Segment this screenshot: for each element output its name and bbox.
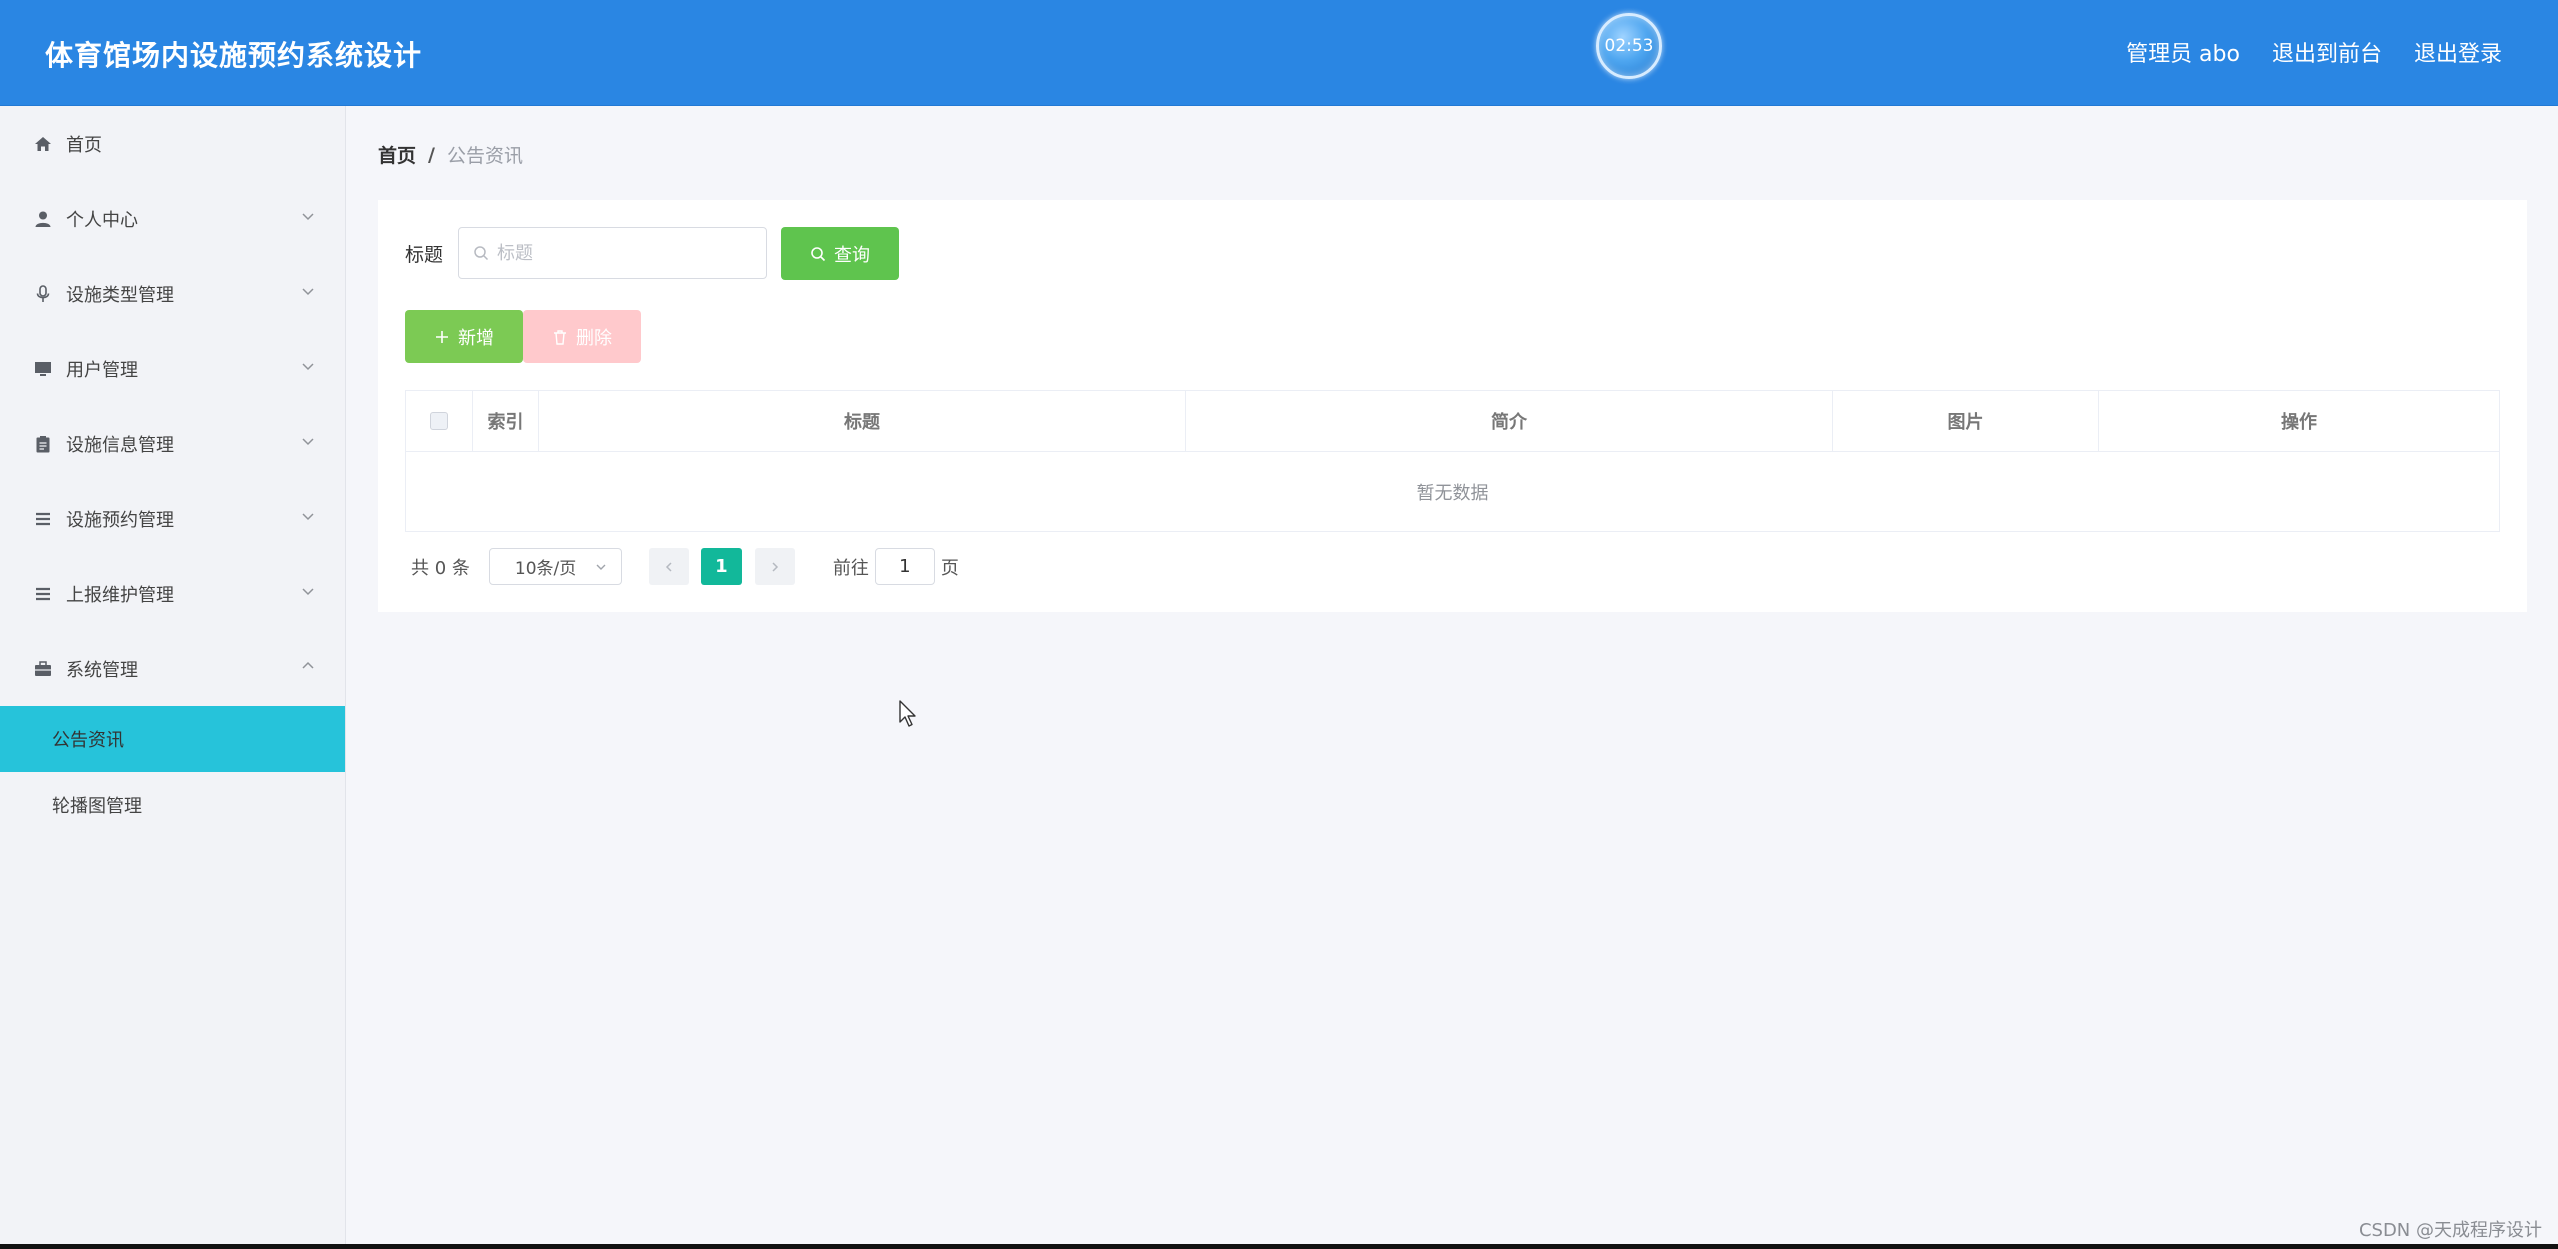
page-size-value: 10条/页: [514, 559, 577, 579]
search-input-wrapper[interactable]: [458, 227, 767, 279]
content-panel: 标题 查询 新增 删除 索引 标题 简介 图片 操作 暂无数据 共 0 条: [378, 200, 2527, 612]
clipboard-icon: [32, 433, 54, 455]
search-label: 标题: [405, 244, 444, 266]
sidebar-item-user-management[interactable]: 用户管理: [0, 331, 345, 406]
add-button-label: 新增: [458, 327, 494, 349]
sidebar-subitem-label: 公告资讯: [52, 730, 124, 751]
sidebar-item-maintenance-report[interactable]: 上报维护管理: [0, 556, 345, 631]
data-table: 索引 标题 简介 图片 操作 暂无数据: [405, 390, 2500, 532]
sidebar-item-label: 首页: [66, 134, 102, 156]
empty-text: 暂无数据: [1416, 482, 1489, 504]
chevron-down-icon: [302, 588, 314, 596]
table-empty-row: 暂无数据: [406, 452, 2499, 531]
next-page-button[interactable]: [754, 548, 795, 585]
sidebar-subitem-carousel[interactable]: 轮播图管理: [0, 772, 345, 838]
prev-page-button[interactable]: [648, 548, 689, 585]
column-header-summary: 简介: [1186, 391, 1833, 451]
search-input[interactable]: [497, 242, 747, 264]
clock-widget: 02:53: [1596, 13, 1662, 79]
select-all-cell: [406, 391, 473, 451]
bottom-bar: [0, 1244, 2558, 1249]
query-button-label: 查询: [834, 244, 870, 266]
user-icon: [32, 208, 54, 230]
monitor-icon: [32, 358, 54, 380]
app-title: 体育馆场内设施预约系统设计: [45, 39, 423, 72]
add-button[interactable]: 新增: [405, 310, 523, 363]
column-header-image: 图片: [1833, 391, 2099, 451]
header-actions: 管理员 abo 退出到前台 退出登录: [2126, 36, 2502, 68]
chevron-down-icon: [302, 363, 314, 371]
list-icon: [32, 583, 54, 605]
list-icon: [32, 508, 54, 530]
sidebar-item-facility-info[interactable]: 设施信息管理: [0, 406, 345, 481]
chevron-down-icon: [596, 564, 606, 570]
sidebar-subitem-label: 轮播图管理: [52, 796, 142, 817]
column-header-index: 索引: [473, 391, 539, 451]
chevron-left-icon: [665, 561, 672, 572]
table-header: 索引 标题 简介 图片 操作: [406, 391, 2499, 452]
microphone-icon: [32, 283, 54, 305]
exit-to-frontend-link[interactable]: 退出到前台: [2272, 36, 2382, 68]
chevron-down-icon: [302, 288, 314, 296]
page-size-select[interactable]: 10条/页: [488, 548, 622, 585]
sidebar-item-label: 设施预约管理: [66, 509, 174, 531]
current-user: 管理员 abo: [2126, 42, 2240, 67]
delete-button-label: 删除: [576, 327, 612, 349]
mouse-cursor-icon: [899, 700, 916, 727]
sidebar-item-facility-reservation[interactable]: 设施预约管理: [0, 481, 345, 556]
top-header: 体育馆场内设施预约系统设计 02:53 管理员 abo 退出到前台 退出登录: [0, 0, 2558, 106]
query-button[interactable]: 查询: [781, 227, 899, 280]
search-icon: [811, 246, 826, 261]
sidebar-subitem-announcements[interactable]: 公告资讯: [0, 706, 345, 772]
breadcrumb-separator: /: [428, 143, 435, 166]
sidebar-item-label: 设施类型管理: [66, 284, 174, 306]
goto-label: 前往: [832, 557, 869, 579]
breadcrumb-home[interactable]: 首页: [378, 141, 416, 168]
pagination-total: 共 0 条: [411, 557, 470, 579]
column-header-title: 标题: [539, 391, 1186, 451]
watermark: CSDN @天成程序设计: [2358, 1220, 2542, 1241]
page-suffix: 页: [940, 557, 959, 579]
chevron-right-icon: [772, 561, 778, 572]
chevron-down-icon: [302, 513, 314, 521]
sidebar-item-personal-center[interactable]: 个人中心: [0, 181, 345, 256]
briefcase-icon: [32, 658, 54, 680]
chevron-up-icon: [302, 661, 314, 669]
select-all-checkbox[interactable]: [430, 412, 448, 430]
sidebar-item-label: 系统管理: [66, 659, 138, 681]
breadcrumb: 首页 / 公告资讯: [378, 141, 523, 168]
trash-icon: [554, 329, 566, 345]
clock-time: 02:53: [1604, 36, 1654, 56]
delete-button[interactable]: 删除: [523, 310, 641, 363]
chevron-down-icon: [302, 438, 314, 446]
chevron-down-icon: [302, 213, 314, 221]
sidebar-item-label: 设施信息管理: [66, 434, 174, 456]
sidebar-item-label: 上报维护管理: [66, 584, 174, 606]
sidebar: 首页 个人中心 设施类型管理 用户管理 设施信息管理 设施预约管理 上报维护管理…: [0, 106, 346, 1249]
sidebar-item-label: 个人中心: [66, 209, 138, 231]
sidebar-item-label: 用户管理: [66, 359, 138, 381]
home-icon: [32, 133, 54, 155]
sidebar-item-system-management[interactable]: 系统管理: [0, 631, 345, 706]
logout-link[interactable]: 退出登录: [2414, 36, 2502, 68]
sidebar-item-home[interactable]: 首页: [0, 106, 345, 181]
goto-page-input[interactable]: 1: [874, 548, 935, 585]
sidebar-item-facility-type[interactable]: 设施类型管理: [0, 256, 345, 331]
page-number-current[interactable]: 1: [700, 548, 742, 585]
plus-icon: [436, 330, 448, 343]
search-icon: [474, 246, 489, 261]
column-header-actions: 操作: [2281, 412, 2317, 433]
breadcrumb-current: 公告资讯: [446, 145, 523, 167]
pagination: 共 0 条 10条/页 1 前往 1 页: [411, 548, 959, 585]
